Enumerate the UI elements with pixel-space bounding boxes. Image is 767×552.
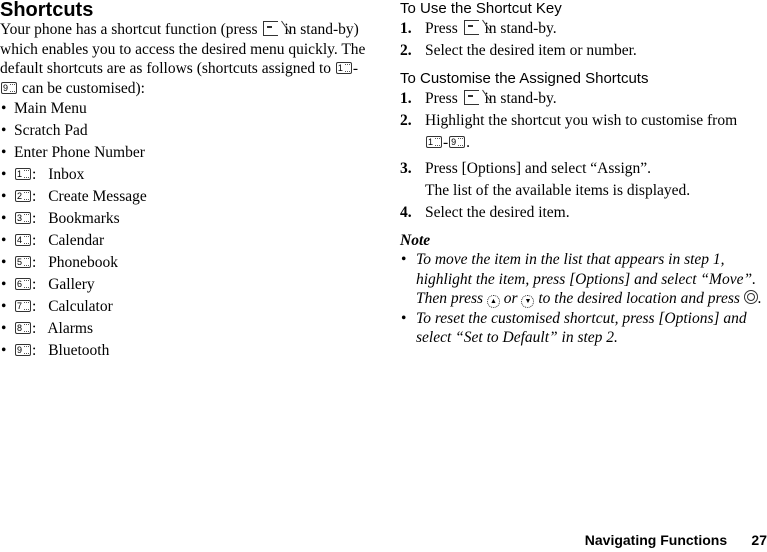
key-7-icon: 7 bbox=[15, 300, 31, 312]
step-item: 4. Select the desired item. bbox=[400, 204, 570, 221]
shortcut-list-item: • 8: Alarms bbox=[1, 320, 93, 337]
key-6-icon: 6 bbox=[15, 278, 31, 290]
intro-paragraph: Your phone has a shortcut function (pres… bbox=[0, 21, 366, 97]
step-item: 1. Press in stand-by. bbox=[400, 90, 557, 107]
shortcut-softkey-icon bbox=[463, 20, 479, 35]
shortcut-label: Create Message bbox=[48, 188, 147, 205]
up-key-icon: ▲ bbox=[486, 295, 500, 308]
page-number: 27 bbox=[751, 532, 767, 548]
shortcut-label: Phonebook bbox=[48, 254, 118, 271]
shortcut-list-item: • 7: Calculator bbox=[1, 298, 113, 315]
shortcut-label: Inbox bbox=[48, 166, 85, 183]
key-2-icon: 2 bbox=[15, 190, 31, 202]
key-1-icon: 1 bbox=[335, 62, 352, 74]
section-heading-use-shortcut: To Use the Shortcut Key bbox=[400, 0, 562, 17]
shortcut-softkey-icon bbox=[263, 21, 279, 36]
shortcut-list-item: • 2: Create Message bbox=[1, 188, 147, 205]
shortcut-softkey-icon bbox=[463, 90, 479, 105]
shortcut-list-item: • 5: Phonebook bbox=[1, 254, 118, 271]
key-8-icon: 8 bbox=[15, 322, 31, 334]
shortcut-label: Bookmarks bbox=[48, 210, 120, 227]
customise-steps: 1. Press in stand-by. 2. Highlight the s… bbox=[400, 88, 767, 224]
key-1-icon: 1 bbox=[426, 136, 442, 148]
shortcut-list-item: • 6: Gallery bbox=[1, 276, 95, 293]
key-1-icon: 1 bbox=[15, 168, 31, 180]
left-column: Shortcuts Your phone has a shortcut func… bbox=[0, 0, 372, 362]
shortcut-list-item: • Scratch Pad bbox=[1, 122, 88, 139]
right-column: To Use the Shortcut Key 1. Press in stan… bbox=[400, 0, 767, 348]
shortcut-label: Bluetooth bbox=[48, 342, 110, 359]
key-3-icon: 3 bbox=[15, 212, 31, 224]
key-4-icon: 4 bbox=[15, 234, 31, 246]
note-title: Note bbox=[400, 232, 431, 249]
key-5-icon: 5 bbox=[15, 256, 31, 268]
note-item: • To reset the customised shortcut, pres… bbox=[401, 309, 747, 347]
shortcut-list-item: • 4: Calendar bbox=[1, 232, 105, 249]
note-item: • To move the item in the list that appe… bbox=[401, 251, 762, 308]
shortcut-list-item: • 1: Inbox bbox=[1, 166, 85, 183]
page-footer: Navigating Functions 27 bbox=[517, 532, 767, 548]
key-9-icon: 9 bbox=[15, 344, 31, 356]
shortcut-label: Main Menu bbox=[14, 100, 87, 117]
intro-text-3: can be customised): bbox=[21, 79, 145, 97]
center-key-icon bbox=[743, 290, 758, 304]
page-title: Shortcuts bbox=[0, 0, 94, 21]
shortcut-list-item: • 9: Bluetooth bbox=[1, 342, 110, 359]
step-item: 2. Highlight the shortcut you wish to cu… bbox=[400, 112, 738, 151]
use-shortcut-steps: 1. Press in stand-by. 2. Select the desi… bbox=[400, 18, 767, 62]
shortcut-label: Gallery bbox=[48, 276, 95, 293]
shortcut-label: Alarms bbox=[47, 320, 93, 337]
key-9-icon: 9 bbox=[1, 81, 17, 94]
step-item: 3. Press [Options] and select “Assign”. … bbox=[400, 160, 691, 199]
shortcut-list-item: • 3: Bookmarks bbox=[1, 210, 120, 227]
shortcut-label: Calculator bbox=[48, 298, 113, 315]
step-item: 2. Select the desired item or number. bbox=[400, 42, 637, 59]
shortcut-list-item: • Enter Phone Number bbox=[1, 144, 145, 161]
shortcut-list-item: • Main Menu bbox=[1, 100, 87, 117]
note-list: • To move the item in the list that appe… bbox=[400, 250, 767, 348]
shortcut-label: Calendar bbox=[48, 232, 105, 249]
shortcut-label: Scratch Pad bbox=[14, 122, 88, 139]
footer-section-title: Navigating Functions bbox=[584, 532, 728, 548]
section-heading-customise: To Customise the Assigned Shortcuts bbox=[400, 70, 649, 87]
step-item: 1. Press in stand-by. bbox=[400, 20, 557, 37]
down-key-icon: ▼ bbox=[521, 295, 535, 308]
shortcut-list: • Main Menu • Scratch Pad • Enter Phone Numbe… bbox=[0, 98, 372, 362]
key-9-icon: 9 bbox=[449, 136, 466, 148]
shortcut-label: Enter Phone Number bbox=[14, 144, 145, 161]
intro-text-1: Your phone has a shortcut function (pres… bbox=[0, 21, 258, 38]
